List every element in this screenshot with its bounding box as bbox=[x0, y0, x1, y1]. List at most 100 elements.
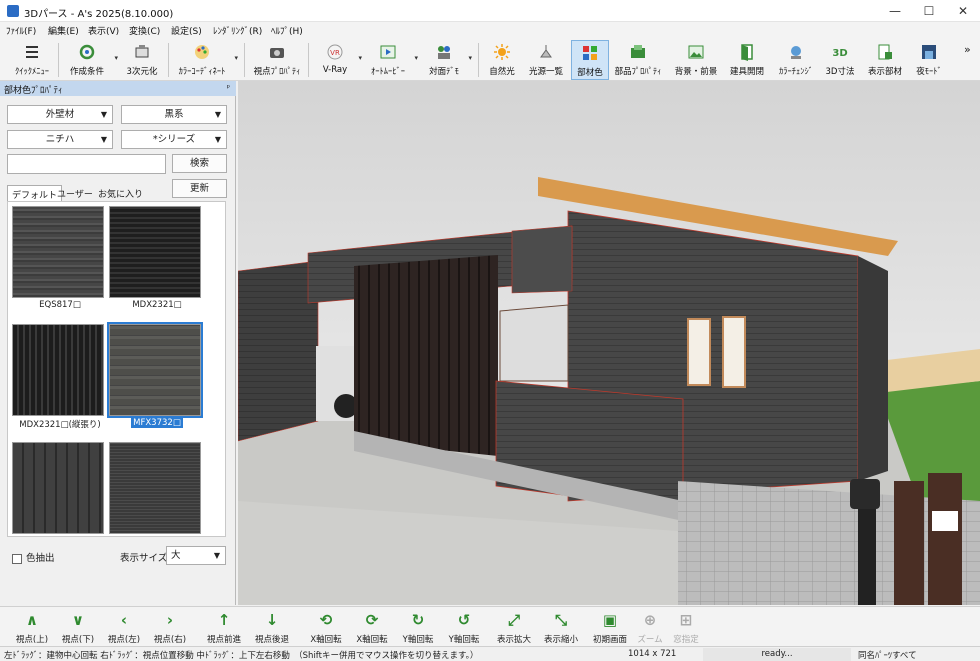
nav-view-right-button[interactable]: › 視点(右) bbox=[150, 609, 190, 645]
toolbar-door-open-button[interactable]: 建具開閉 bbox=[726, 40, 768, 80]
tab-user[interactable]: ユーザー bbox=[53, 185, 97, 201]
zoom-expand-icon: ⤢ bbox=[507, 611, 520, 629]
menu-icon bbox=[26, 46, 38, 58]
material-item[interactable]: EQS817□ bbox=[12, 206, 108, 310]
arrow-right-icon: › bbox=[166, 611, 174, 629]
display-size-label: 表示サイズ bbox=[120, 553, 168, 564]
nav-rotate-x-button[interactable]: ⟲ X軸回転 bbox=[304, 609, 348, 645]
toolbar-color-change-button[interactable]: ｶﾗｰﾁｪﾝｼﾞ bbox=[774, 40, 818, 80]
toolbar-light-list-button[interactable]: 光源一覧 bbox=[525, 40, 567, 80]
material-label: MDX2321□ bbox=[132, 300, 182, 310]
nav-zoom-in-button[interactable]: ⤢ 表示拡大 bbox=[494, 609, 534, 645]
gate-pillar bbox=[894, 481, 924, 605]
house-render bbox=[238, 81, 980, 605]
toolbar-view-property-button[interactable]: 視点ﾌﾟﾛﾊﾟﾃｨ bbox=[252, 40, 302, 80]
app-icon bbox=[7, 5, 19, 17]
toolbar-demo-button[interactable]: 対面ﾃﾞﾓ ▾ bbox=[424, 40, 472, 80]
nav-view-up-button[interactable]: ∧ 視点(上) bbox=[12, 609, 52, 645]
toolbar-parts-property-button[interactable]: 部品ﾌﾟﾛﾊﾟﾃｨ bbox=[613, 40, 663, 80]
checkbox[interactable] bbox=[12, 553, 22, 564]
panel-header: 部材色ﾌﾟﾛﾊﾟﾃｨ ᵖ bbox=[0, 81, 236, 96]
material-item[interactable] bbox=[109, 442, 205, 534]
nav-view-down-button[interactable]: ∨ 視点(下) bbox=[58, 609, 98, 645]
material-item[interactable]: MDX2321□ bbox=[109, 206, 205, 310]
display-size-select[interactable]: 大 ▼ bbox=[166, 546, 226, 565]
nav-move-forward-button[interactable]: ↑ 視点前進 bbox=[204, 609, 244, 645]
toolbar-material-color-button[interactable]: 部材色 bbox=[571, 40, 609, 80]
search-input[interactable] bbox=[7, 154, 166, 174]
toolbar-color-coordinate-button[interactable]: ｶﾗｰｺｰﾃﾞｨﾈｰﾄ ▾ bbox=[174, 40, 238, 80]
pin-icon[interactable]: ᵖ bbox=[227, 83, 230, 92]
navigation-bar: ∧ 視点(上) ∨ 視点(下) ‹ 視点(左) › 視点(右) ↑ 視点前進 ↓ 視点後退 … bbox=[0, 606, 980, 646]
series-select[interactable]: *シリーズ ▼ bbox=[121, 130, 227, 149]
left-garage-wall bbox=[238, 260, 319, 442]
close-button[interactable]: ✕ bbox=[946, 0, 980, 22]
rotate-y-icon: ↻ bbox=[411, 611, 425, 629]
maximize-button[interactable]: ☐ bbox=[912, 0, 946, 22]
status-viewport-size: 1014 x 721 bbox=[628, 649, 677, 659]
mailbox bbox=[850, 479, 880, 509]
nav-move-back-button[interactable]: ↓ 視点後退 bbox=[252, 609, 292, 645]
toolbar-natural-light-button[interactable]: 自然光 bbox=[485, 40, 519, 80]
refresh-button[interactable]: 更新 bbox=[172, 179, 227, 198]
menu-convert[interactable]: 変換(C) bbox=[129, 24, 160, 37]
night-mode-icon bbox=[922, 45, 936, 59]
menu-edit[interactable]: 編集(E) bbox=[48, 24, 79, 37]
camera-icon bbox=[270, 48, 284, 58]
auto-movie-icon bbox=[380, 45, 396, 59]
toolbar-3d-convert-button[interactable]: 3次元化 bbox=[122, 40, 162, 80]
search-button[interactable]: 検索 bbox=[172, 154, 227, 173]
zoom-shrink-icon: ⤡ bbox=[554, 611, 567, 629]
material-color-icon bbox=[583, 46, 597, 60]
svg-text:3D: 3D bbox=[832, 48, 847, 59]
minimize-button[interactable]: — bbox=[878, 0, 912, 22]
rotate-x-reverse-icon: ⟳ bbox=[365, 611, 379, 629]
color-group-select[interactable]: 黒系 ▼ bbox=[121, 105, 227, 124]
maker-select[interactable]: ニチハ ▼ bbox=[7, 130, 113, 149]
toolbar-create-condition-button[interactable]: 作成条件 ▾ bbox=[64, 40, 118, 80]
nav-rotate-y-reverse-button[interactable]: ↺ Y軸回転 bbox=[442, 609, 486, 645]
3d-viewport[interactable] bbox=[238, 81, 980, 605]
nav-rotate-y-button[interactable]: ↻ Y軸回転 bbox=[396, 609, 440, 645]
nav-zoom-out-button[interactable]: ⤡ 表示縮小 bbox=[541, 609, 581, 645]
status-ready: ready... bbox=[703, 648, 851, 661]
toolbar-quick-menu-button[interactable]: ｸｲｯｸﾒﾆｭｰ bbox=[10, 40, 54, 80]
nav-initial-view-button[interactable]: ▣ 初期画面 bbox=[590, 609, 630, 645]
rotate-x-icon: ⟲ bbox=[319, 611, 333, 629]
menu-file[interactable]: ﾌｧｲﾙ(F) bbox=[6, 24, 36, 37]
toolbar-3d-dimension-button[interactable]: 3D 3D寸法 bbox=[823, 40, 857, 80]
svg-text:VR: VR bbox=[330, 49, 340, 57]
toolbar-auto-movie-button[interactable]: ｵｰﾄﾑｰﾋﾞｰ ▾ bbox=[366, 40, 418, 80]
nav-rotate-x-reverse-button[interactable]: ⟳ X軸回転 bbox=[350, 609, 394, 645]
vray-icon: VR bbox=[327, 44, 343, 60]
menu-settings[interactable]: 設定(S) bbox=[171, 24, 202, 37]
toolbar-separator bbox=[244, 43, 245, 77]
dimension-3d-icon: 3D bbox=[832, 48, 847, 59]
tab-favorites[interactable]: お気に入り bbox=[94, 185, 147, 201]
material-item[interactable] bbox=[12, 442, 108, 534]
nav-window-select-button[interactable]: ⊞ 窓指定 bbox=[668, 609, 704, 645]
color-extract-checkbox[interactable]: 色抽出 bbox=[12, 550, 55, 564]
toolbar-display-parts-button[interactable]: 表示部材 bbox=[864, 40, 906, 80]
material-item-selected[interactable]: MFX3732□ bbox=[107, 322, 205, 428]
category-select[interactable]: 外壁材 ▼ bbox=[7, 105, 113, 124]
toolbar-night-mode-button[interactable]: 夜ﾓｰﾄﾞ bbox=[912, 40, 946, 80]
material-thumbnail bbox=[12, 442, 104, 534]
menu-view[interactable]: 表示(V) bbox=[88, 24, 119, 37]
nav-view-left-button[interactable]: ‹ 視点(左) bbox=[104, 609, 144, 645]
material-grid: EQS817□ MDX2321□ MDX2321□(縦張り) MFX3732□ bbox=[7, 201, 226, 537]
gate-pillar bbox=[928, 473, 962, 605]
menu-rendering[interactable]: ﾚﾝﾀﾞﾘﾝｸﾞ(R) bbox=[213, 24, 262, 37]
display-parts-icon bbox=[878, 44, 892, 60]
material-thumbnail bbox=[109, 206, 201, 298]
menu-help[interactable]: ﾍﾙﾌﾟ(H) bbox=[271, 24, 303, 37]
toolbar-vray-button[interactable]: VR V-Ray ▾ bbox=[316, 40, 362, 80]
side-wall bbox=[858, 256, 888, 481]
material-item[interactable]: MDX2321□(縦張り) bbox=[12, 324, 108, 430]
initial-view-icon: ▣ bbox=[602, 611, 618, 629]
toolbar-separator bbox=[478, 43, 479, 77]
nav-zoom-button[interactable]: ⊕ ズーム bbox=[634, 609, 666, 645]
toolbar-separator bbox=[58, 43, 59, 77]
toolbar-more-button[interactable]: » bbox=[964, 43, 971, 56]
toolbar-background-button[interactable]: 背景・前景 bbox=[673, 40, 719, 80]
